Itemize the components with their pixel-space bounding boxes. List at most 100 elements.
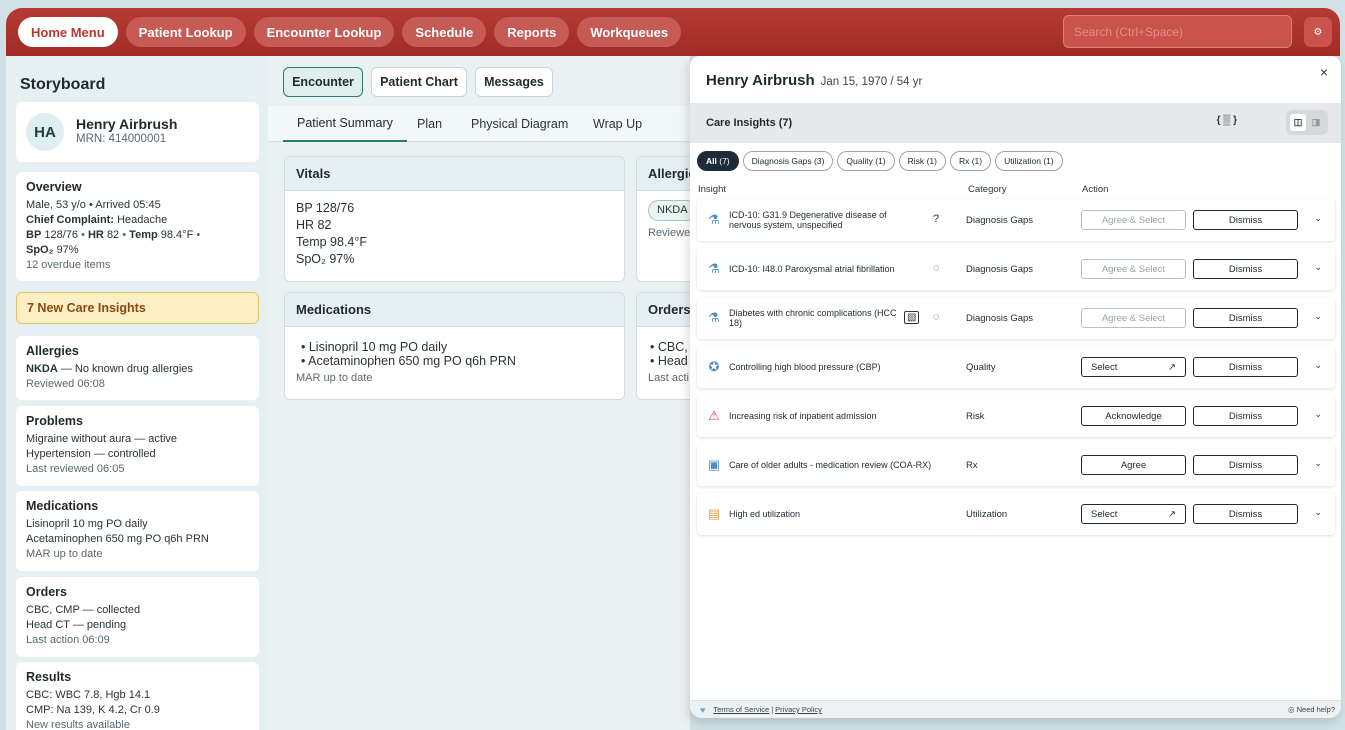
result-item: CMP: Na 139, K 4.2, Cr 0.9 xyxy=(26,704,160,716)
filter-rx[interactable]: Rx (1) xyxy=(949,151,992,171)
filter-chips: All (7) Diagnosis Gaps (3) Quality (1) R… xyxy=(697,151,1067,171)
close-icon[interactable]: × xyxy=(1320,64,1328,80)
document-icon[interactable]: ▧ xyxy=(904,311,920,324)
dismiss-button[interactable]: Dismiss xyxy=(1193,504,1298,524)
chevron-down-icon[interactable]: ⌄ xyxy=(1314,213,1322,224)
nav-patient-lookup[interactable]: Patient Lookup xyxy=(125,17,246,47)
insight-category: Risk xyxy=(966,410,985,422)
insight-row[interactable]: ⚗ Diabetes with chronic complications (H… xyxy=(697,297,1335,339)
medication-item: • Acetaminophen 650 mg PO q6h PRN xyxy=(301,354,516,368)
insight-text: Increasing risk of inpatient admission xyxy=(729,411,877,421)
insight-row[interactable]: ⚗ ICD-10: I48.0 Paroxysmal atrial fibril… xyxy=(697,248,1335,290)
question-icon[interactable]: ? xyxy=(933,213,939,225)
filter-quality[interactable]: Quality (1) xyxy=(837,151,895,171)
dismiss-button[interactable]: Dismiss xyxy=(1193,259,1298,279)
tab-physical-diagram[interactable]: Physical Diagram xyxy=(471,106,568,142)
results-card[interactable]: Results CBC: WBC 7.8, Hgb 14.1 CMP: Na 1… xyxy=(16,662,259,730)
select-button[interactable]: Select ↗ xyxy=(1081,504,1186,524)
overview-vitals: BP 128/76 • HR 82 • Temp 98.4°F • xyxy=(26,229,201,241)
acknowledge-button[interactable]: Acknowledge xyxy=(1081,406,1186,426)
nav-schedule[interactable]: Schedule xyxy=(402,17,487,47)
insight-row[interactable]: ▤ High ed utilization Utilization Select… xyxy=(697,493,1335,535)
insight-text: ICD-10: I48.0 Paroxysmal atrial fibrilla… xyxy=(729,264,895,274)
nav-home-menu[interactable]: Home Menu xyxy=(18,17,118,47)
problem-item: Hypertension — controlled xyxy=(26,448,156,460)
problem-item: Migraine without aura — active xyxy=(26,433,178,445)
insight-text: ICD-10: G31.9 Degenerative disease of ne… xyxy=(729,210,887,230)
storyboard-sidebar: Storyboard HA Henry Airbrush MRN: 414000… xyxy=(6,56,268,730)
insight-text: High ed utilization xyxy=(729,509,801,519)
nav-workqueues[interactable]: Workqueues xyxy=(577,17,682,47)
allergies-title: Allergies xyxy=(26,344,79,358)
insight-row[interactable]: ⚠ Increasing risk of inpatient admission… xyxy=(697,395,1335,437)
insight-text: Care of older adults - medication review… xyxy=(729,460,932,470)
vital-hr: HR 82 xyxy=(296,218,332,232)
ci-patient-header: Henry Airbrush Jan 15, 1970 / 54 yr xyxy=(706,72,922,89)
patient-mrn: MRN: 414000001 xyxy=(76,133,167,145)
chief-complaint: Chief Complaint: Headache xyxy=(26,214,168,226)
order-item: Head CT — pending xyxy=(26,619,127,631)
ci-patient-name: Henry Airbrush xyxy=(706,72,815,89)
insight-category: Diagnosis Gaps xyxy=(966,312,1034,324)
agree-select-button[interactable]: Agree & Select xyxy=(1081,210,1186,230)
chevron-down-icon[interactable]: ⌄ xyxy=(1314,360,1322,371)
organ-icon[interactable]: ◌ xyxy=(933,311,940,323)
need-help-link[interactable]: ◎ Need help? xyxy=(1288,705,1335,714)
filter-all[interactable]: All (7) xyxy=(697,151,739,171)
nav-encounter-lookup[interactable]: Encounter Lookup xyxy=(253,17,395,47)
filter-risk[interactable]: Risk (1) xyxy=(898,151,946,171)
agree-select-button[interactable]: Agree & Select xyxy=(1081,259,1186,279)
ci-patient-dob: Jan 15, 1970 / 54 yr xyxy=(820,76,923,88)
filter-diagnosis-gaps[interactable]: Diagnosis Gaps (3) xyxy=(742,151,834,171)
nav-reports[interactable]: Reports xyxy=(494,17,570,47)
chevron-down-icon[interactable]: ⌄ xyxy=(1314,311,1322,322)
tab-encounter[interactable]: Encounter xyxy=(283,67,363,97)
chevron-down-icon[interactable]: ⌄ xyxy=(1314,409,1322,420)
problems-card[interactable]: Problems Migraine without aura — active … xyxy=(16,406,259,486)
vitals-panel: Vitals BP 128/76 HR 82 Temp 98.4°F SpO₂ … xyxy=(284,156,625,282)
insight-row[interactable]: ▣ Care of older adults - medication revi… xyxy=(697,444,1335,486)
patient-card[interactable]: HA Henry Airbrush MRN: 414000001 xyxy=(16,102,259,162)
insight-row[interactable]: ⚗ ICD-10: G31.9 Degenerative disease of … xyxy=(697,199,1335,241)
select-button[interactable]: Select ↗ xyxy=(1081,357,1186,377)
dismiss-button[interactable]: Dismiss xyxy=(1193,210,1298,230)
agree-button[interactable]: Agree xyxy=(1081,455,1186,475)
view-toggle[interactable]: ◫ ◨ xyxy=(1286,110,1328,135)
tab-plan[interactable]: Plan xyxy=(417,106,442,142)
chevron-down-icon[interactable]: ⌄ xyxy=(1314,507,1322,518)
avatar: HA xyxy=(26,113,64,151)
chevron-down-icon[interactable]: ⌄ xyxy=(1314,458,1322,469)
overview-card[interactable]: Overview Male, 53 y/o • Arrived 05:45 Ch… xyxy=(16,172,259,281)
tab-wrap-up[interactable]: Wrap Up xyxy=(593,106,642,142)
dismiss-button[interactable]: Dismiss xyxy=(1193,406,1298,426)
tab-patient-chart[interactable]: Patient Chart xyxy=(371,67,467,97)
medications-card[interactable]: Medications Lisinopril 10 mg PO daily Ac… xyxy=(16,491,259,571)
insight-row[interactable]: ✪ Controlling high blood pressure (CBP) … xyxy=(697,346,1335,388)
filter-utilization[interactable]: Utilization (1) xyxy=(995,151,1063,171)
medications-panel: Medications • Lisinopril 10 mg PO daily … xyxy=(284,292,625,400)
dismiss-button[interactable]: Dismiss xyxy=(1193,357,1298,377)
medications-status: MAR up to date xyxy=(26,548,103,560)
results-title: Results xyxy=(26,670,72,684)
column-header-action: Action xyxy=(1082,184,1109,195)
terms-link[interactable]: Terms of Service xyxy=(713,705,769,714)
orders-card[interactable]: Orders CBC, CMP — collected Head CT — pe… xyxy=(16,577,259,657)
global-search-input[interactable]: Search (Ctrl+Space) xyxy=(1063,15,1292,48)
care-insights-panel: Henry Airbrush Jan 15, 1970 / 54 yr × Car… xyxy=(690,56,1341,718)
dismiss-button[interactable]: Dismiss xyxy=(1193,455,1298,475)
care-insights-alert[interactable]: 7 New Care Insights xyxy=(16,292,259,324)
dismiss-button[interactable]: Dismiss xyxy=(1193,308,1298,328)
organ-icon[interactable]: ◌ xyxy=(933,262,940,274)
split-view-icon[interactable]: ◨ xyxy=(1308,114,1324,131)
result-item: CBC: WBC 7.8, Hgb 14.1 xyxy=(26,689,151,701)
results-status: New results available xyxy=(26,719,130,730)
allergies-card[interactable]: Allergies NKDA — No known drug allergies… xyxy=(16,336,259,400)
privacy-link[interactable]: Privacy Policy xyxy=(775,705,822,714)
sidebar-view-icon[interactable]: ◫ xyxy=(1290,114,1306,131)
gear-icon[interactable]: ⚙ xyxy=(1304,17,1332,47)
chevron-down-icon[interactable]: ⌄ xyxy=(1314,262,1322,273)
agree-select-button[interactable]: Agree & Select xyxy=(1081,308,1186,328)
tab-patient-summary[interactable]: Patient Summary xyxy=(283,106,407,142)
medications-panel-title: Medications xyxy=(285,293,624,327)
tab-messages[interactable]: Messages xyxy=(475,67,553,97)
